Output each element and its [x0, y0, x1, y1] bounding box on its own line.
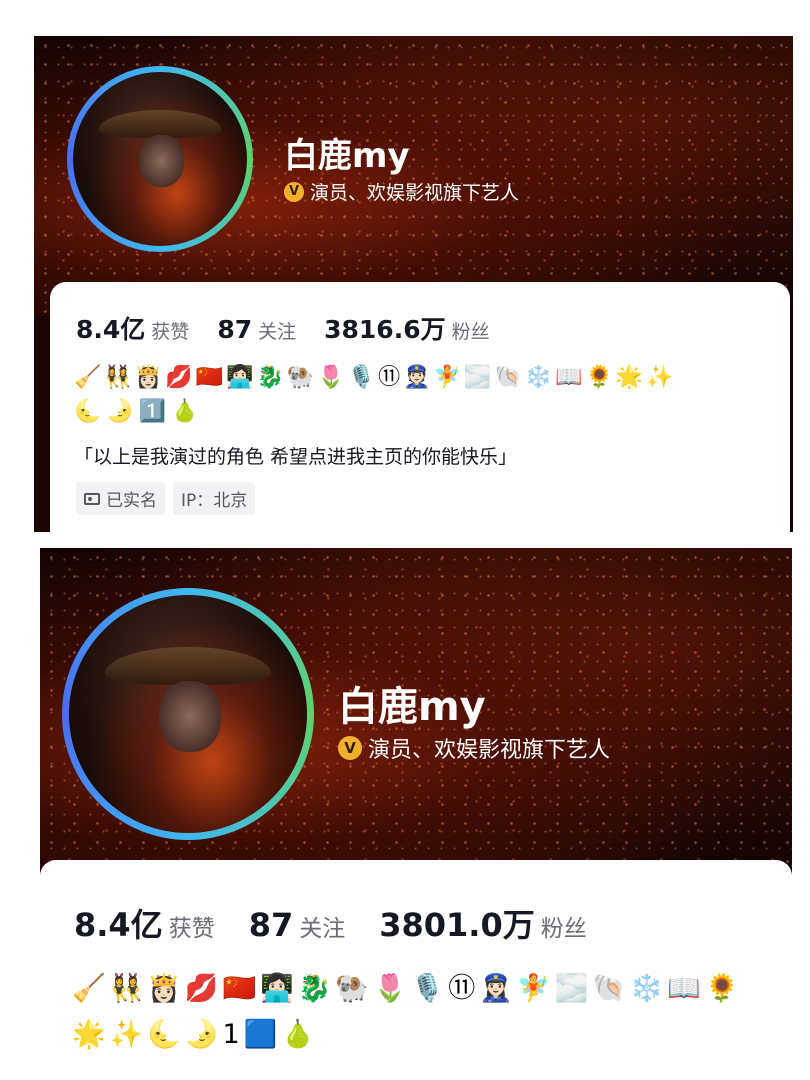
followers-label[interactable]: 粉丝: [452, 317, 490, 344]
profile-name: 白鹿my: [284, 136, 410, 176]
bio-emoji: 🐉: [256, 365, 284, 390]
bio-emoji: 👯‍♀️: [104, 365, 132, 390]
bio-emoji: 🇨🇳: [195, 365, 224, 390]
likes-count: 8.4亿: [74, 906, 163, 944]
following-label[interactable]: 关注: [258, 317, 296, 344]
stats-row: 8.4亿 获赞 87 关注 3801.0万 粉丝: [74, 900, 587, 946]
bio-emoji: 💋: [165, 365, 193, 390]
bio-emoji: 🧚: [516, 973, 551, 1004]
bio-emoji: 🧹: [72, 973, 106, 1004]
bio-emoji: 👩🏻‍💻: [226, 365, 254, 390]
bio-emoji: 🌟: [615, 365, 644, 390]
bio-emoji: 👩🏻‍💻: [260, 973, 294, 1004]
followers-count[interactable]: 3801.0万: [379, 900, 535, 946]
bio-emoji: 🐉: [297, 973, 332, 1004]
bio-emoji: 🌫️: [463, 365, 492, 390]
bio-emoji: 🍐: [171, 399, 199, 424]
avatar[interactable]: [67, 66, 253, 252]
verified-text: 演员、欢娱影视旗下艺人: [368, 738, 611, 763]
following-count[interactable]: 87: [217, 315, 252, 344]
bio-emoji: 🌫️: [554, 973, 589, 1004]
bio-emoji: 👮🏻‍♀️: [479, 973, 513, 1004]
profile-chips: 已实名 IP：北京: [76, 482, 256, 515]
bio-emoji: 🇨🇳: [222, 973, 257, 1004]
bio-emoji: 👯‍♀️: [109, 973, 144, 1004]
bio-emoji: ❄️: [524, 365, 553, 390]
bio-emoji: 🍐: [281, 1019, 315, 1050]
bio-emoji: ⑪: [448, 973, 476, 1004]
bio-emoji: 🌻: [585, 365, 613, 390]
bio-emoji: 🐚: [494, 365, 522, 390]
following-label[interactable]: 关注: [299, 909, 345, 943]
bio-emoji: 🌷: [317, 365, 345, 390]
bio-emoji: ❄️: [629, 973, 664, 1004]
verified-v-icon: V: [284, 181, 304, 202]
profile-screenshot-top: 白鹿my V 演员、欢娱影视旗下艺人 8.4亿 获赞 87 关注 3816.6万…: [34, 36, 793, 532]
bio-emoji: 1: [222, 1019, 240, 1050]
avatar[interactable]: [62, 588, 314, 840]
bio-emoji: ⑪: [378, 365, 401, 390]
bio-emoji-line-1: 🧹 👯‍♀️ 👸🏻 💋 🇨🇳 👩🏻‍💻 🐉 🐏 🌷 🎙️ ⑪ 👮🏻 🧚 🌫️ 🐚 ❄️ 📖 🌻 🌟 ✨: [74, 364, 774, 392]
followers-count[interactable]: 3816.6万: [324, 310, 445, 346]
bio-emoji-line-2: 🌟 ✨ 🌜 🌛 1 🟦 🍐: [72, 1018, 782, 1052]
bio-emoji: 💋: [184, 973, 219, 1004]
bio-emoji: 🌟: [72, 1019, 106, 1050]
bio-emoji: 🌛: [106, 399, 134, 424]
likes-count: 8.4亿: [76, 315, 146, 344]
bio-emoji: 📖: [667, 973, 701, 1004]
following-count[interactable]: 87: [249, 906, 294, 944]
bio-emoji: 👮🏻: [403, 365, 431, 390]
bio-emoji: 🐚: [592, 973, 626, 1004]
realname-chip: 已实名: [76, 482, 165, 515]
bio-emoji: 1️⃣: [138, 399, 167, 424]
bio-emoji: 🎙️: [347, 365, 376, 390]
profile-info-card: 8.4亿 获赞 87 关注 3816.6万 粉丝 🧹 👯‍♀️ 👸🏻 💋 🇨🇳 👩🏻‍💻 🐉…: [50, 282, 790, 532]
bio-emoji: 🌷: [373, 973, 407, 1004]
bio-emoji: 🌜: [74, 399, 102, 424]
bio-emoji: 👸🏻: [147, 973, 181, 1004]
stats-row: 8.4亿 获赞 87 关注 3816.6万 粉丝: [76, 310, 490, 346]
id-card-icon: [84, 492, 100, 505]
profile-name: 白鹿my: [338, 684, 486, 730]
ip-label: IP：北京: [181, 491, 248, 511]
bio-emoji: 🎙️: [410, 973, 445, 1004]
likes-label: 获赞: [168, 916, 215, 942]
verified-text: 演员、欢娱影视旗下艺人: [310, 182, 520, 204]
bio-emoji-line-1: 🧹 👯‍♀️ 👸🏻 💋 🇨🇳 👩🏻‍💻 🐉 🐏 🌷 🎙️ ⑪ 👮🏻‍♀️ 🧚 🌫️ 🐚 ❄️ 📖 🌻: [72, 972, 782, 1006]
profile-info-card: 8.4亿 获赞 87 关注 3801.0万 粉丝 🧹 👯‍♀️ 👸🏻 💋 🇨🇳 👩🏻‍💻 🐉…: [40, 860, 792, 1080]
bio-emoji: 🧚: [433, 365, 461, 390]
bio-emoji: 📖: [555, 365, 583, 390]
bio-emoji: 🟦: [243, 1019, 278, 1050]
realname-label: 已实名: [106, 491, 157, 511]
bio-emoji: 🐏: [286, 365, 315, 390]
bio-emoji: 🐏: [335, 973, 369, 1004]
verified-line: V 演员、欢娱影视旗下艺人: [338, 732, 610, 764]
followers-label[interactable]: 粉丝: [541, 909, 587, 943]
verified-line: V 演员、欢娱影视旗下艺人: [284, 178, 519, 205]
bio-emoji-line-2: 🌜 🌛 1️⃣ 🍐: [74, 398, 774, 426]
bio-emoji: ✨: [109, 1019, 144, 1050]
likes-label: 获赞: [151, 321, 190, 343]
bio-emoji: 🌜: [147, 1019, 181, 1050]
bio-emoji: 🌻: [705, 973, 739, 1004]
profile-screenshot-bottom: 白鹿my V 演员、欢娱影视旗下艺人 8.4亿 获赞 87 关注 3801.0万…: [40, 548, 792, 1080]
bio-emoji: 🌛: [184, 1019, 219, 1050]
bio-emoji: ✨: [646, 365, 674, 390]
verified-v-icon: V: [338, 736, 362, 760]
bio-emoji: 👸🏻: [134, 365, 163, 390]
ip-chip: IP：北京: [173, 482, 256, 515]
bio-text: 「以上是我演过的角色 希望点进我主页的你能快乐」: [74, 446, 518, 468]
bio-emoji: 🧹: [74, 365, 102, 390]
